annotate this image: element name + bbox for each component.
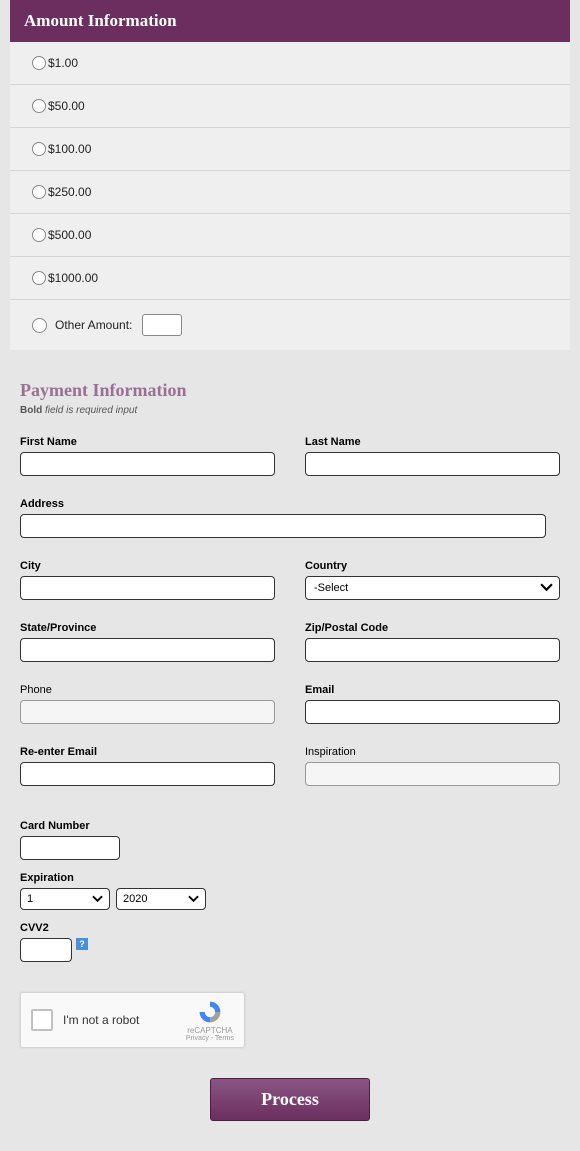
state-label: State/Province — [20, 622, 275, 634]
process-button[interactable]: Process — [210, 1078, 370, 1121]
amount-option-label: $100.00 — [48, 142, 91, 156]
address-field[interactable] — [20, 514, 546, 538]
first-name-label: First Name — [20, 436, 275, 448]
reenter-email-field[interactable] — [20, 762, 275, 786]
email-label: Email — [305, 684, 560, 696]
country-select[interactable]: -Select — [305, 576, 560, 600]
city-label: City — [20, 560, 275, 572]
page-container: Amount Information $1.00 $50.00 $100.00 … — [0, 0, 580, 1151]
amount-option-row[interactable]: $1000.00 — [10, 257, 570, 300]
radio-icon[interactable] — [32, 185, 46, 199]
expiration-label: Expiration — [20, 872, 560, 884]
amount-section-header: Amount Information — [10, 0, 570, 42]
state-field[interactable] — [20, 638, 275, 662]
card-number-label: Card Number — [20, 820, 120, 832]
help-icon[interactable]: ? — [76, 938, 88, 950]
last-name-label: Last Name — [305, 436, 560, 448]
first-name-field[interactable] — [20, 452, 275, 476]
radio-icon[interactable] — [32, 318, 47, 333]
country-label: Country — [305, 560, 560, 572]
recaptcha-logo-icon — [197, 999, 223, 1025]
recaptcha-branding: reCAPTCHA Privacy - Terms — [186, 999, 234, 1042]
payment-title: Payment Information — [20, 380, 560, 401]
radio-icon[interactable] — [32, 228, 46, 242]
other-amount-input[interactable] — [142, 314, 182, 336]
cvv2-label: CVV2 — [20, 922, 560, 934]
address-label: Address — [20, 498, 546, 510]
inspiration-field[interactable] — [305, 762, 560, 786]
email-field[interactable] — [305, 700, 560, 724]
radio-icon[interactable] — [32, 99, 46, 113]
payment-section: Payment Information Bold field is requir… — [10, 350, 570, 1151]
recaptcha-terms[interactable]: Privacy - Terms — [186, 1035, 234, 1042]
radio-icon[interactable] — [32, 271, 46, 285]
expiration-year-select[interactable]: 2020 — [116, 888, 206, 910]
amount-option-label: $50.00 — [48, 99, 85, 113]
amount-option-row[interactable]: $1.00 — [10, 42, 570, 85]
phone-label: Phone — [20, 684, 275, 696]
inspiration-label: Inspiration — [305, 746, 560, 758]
reenter-email-label: Re-enter Email — [20, 746, 275, 758]
recaptcha-label: I'm not a robot — [63, 1013, 186, 1027]
expiration-month-select[interactable]: 1 — [20, 888, 110, 910]
amount-option-label: $1000.00 — [48, 271, 98, 285]
last-name-field[interactable] — [305, 452, 560, 476]
recaptcha-brand: reCAPTCHA — [186, 1026, 234, 1035]
amount-option-label: $500.00 — [48, 228, 91, 242]
recaptcha-widget[interactable]: I'm not a robot reCAPTCHA Privacy - Term… — [20, 992, 245, 1048]
amount-section: $1.00 $50.00 $100.00 $250.00 $500.00 $10… — [10, 42, 570, 350]
amount-other-row[interactable]: Other Amount: — [10, 300, 570, 350]
recaptcha-checkbox[interactable] — [31, 1009, 53, 1031]
amount-option-row[interactable]: $250.00 — [10, 171, 570, 214]
radio-icon[interactable] — [32, 142, 46, 156]
zip-field[interactable] — [305, 638, 560, 662]
amount-option-row[interactable]: $500.00 — [10, 214, 570, 257]
amount-option-row[interactable]: $50.00 — [10, 85, 570, 128]
zip-label: Zip/Postal Code — [305, 622, 560, 634]
radio-icon[interactable] — [32, 56, 46, 70]
amount-option-row[interactable]: $100.00 — [10, 128, 570, 171]
amount-option-label: $250.00 — [48, 185, 91, 199]
required-note: Bold field is required input — [20, 405, 560, 416]
phone-field[interactable] — [20, 700, 275, 724]
amount-option-label: $1.00 — [48, 56, 78, 70]
cvv2-field[interactable] — [20, 938, 72, 962]
card-number-field[interactable] — [20, 836, 120, 860]
other-amount-label: Other Amount: — [55, 318, 132, 332]
city-field[interactable] — [20, 576, 275, 600]
